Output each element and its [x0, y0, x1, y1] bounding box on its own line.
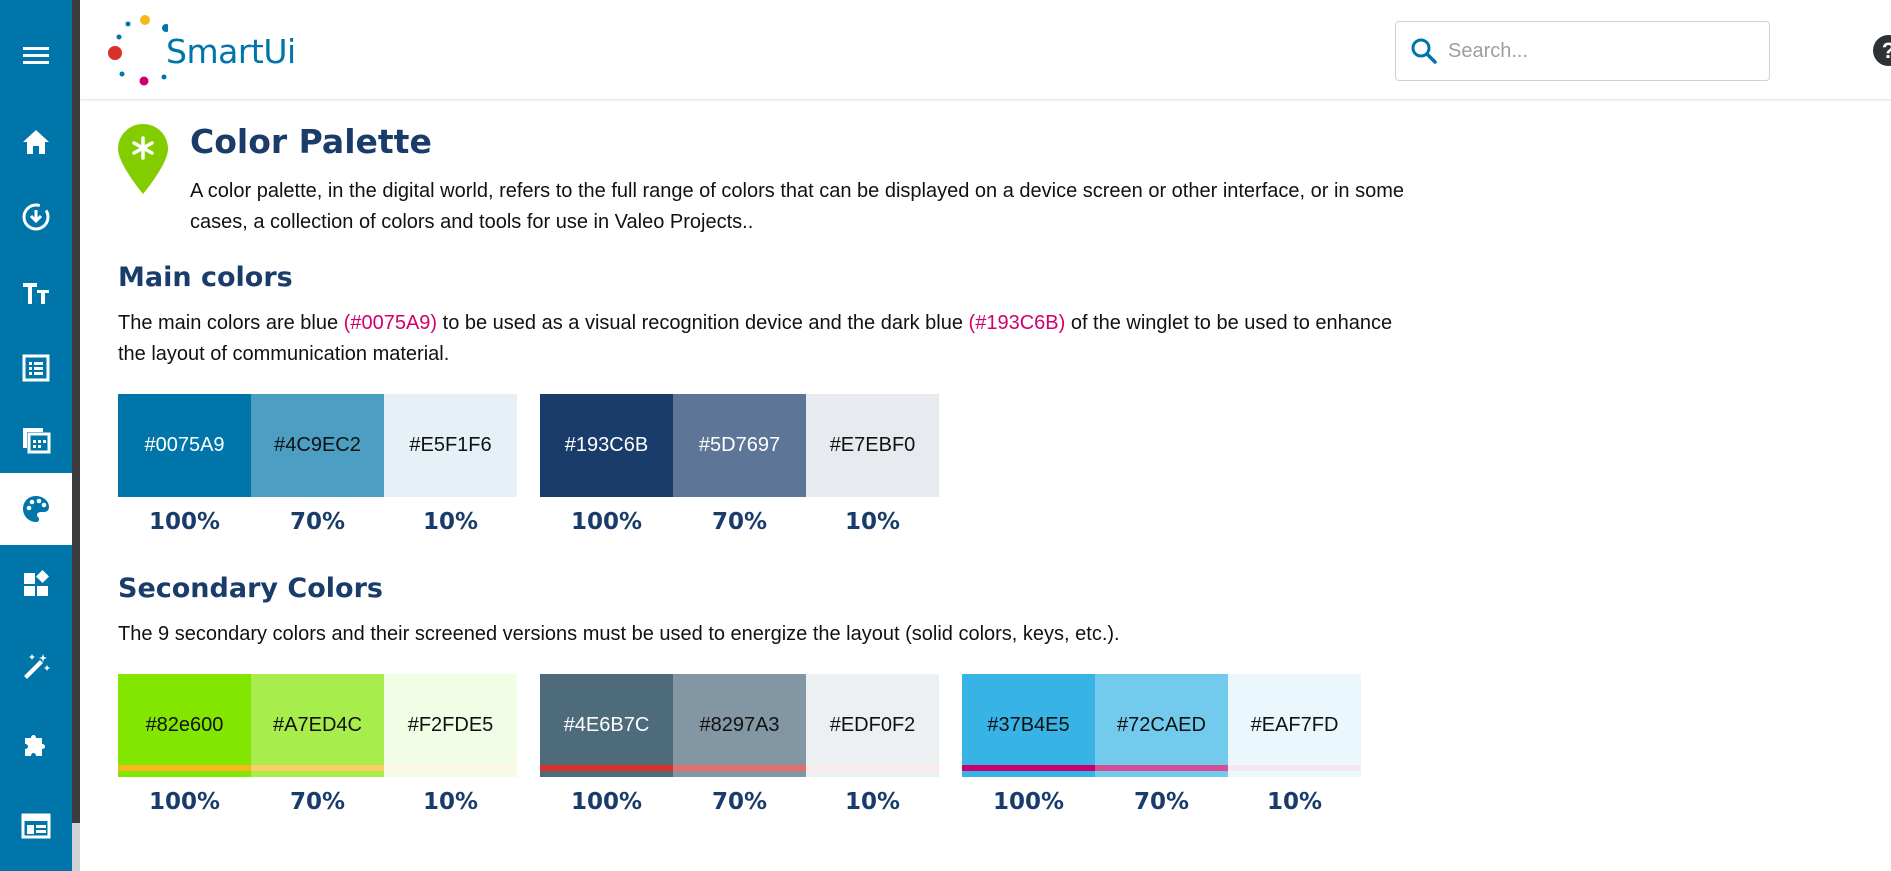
color-swatch-partial: [1228, 765, 1361, 771]
swatch-column: #A7ED4C 70%: [251, 674, 384, 815]
swatch-column: #4E6B7C 100%: [540, 674, 673, 815]
main-colors-description: The main colors are blue (#0075A9) to be…: [118, 312, 1393, 365]
color-swatch[interactable]: #E7EBF0: [806, 394, 939, 497]
color-swatch[interactable]: #F2FDE5: [384, 674, 517, 777]
swatch-column: #4C9EC2 70%: [251, 394, 384, 535]
color-swatch-partial: [673, 765, 806, 771]
swatch-percentage: 10%: [422, 509, 479, 535]
layout-icon[interactable]: [0, 790, 72, 862]
color-swatch-partial: [118, 765, 251, 771]
logo-text: SmartUi: [166, 32, 296, 71]
swatch-percentage: 10%: [422, 789, 479, 815]
sidebar: [0, 0, 72, 871]
color-swatch-partial: [806, 765, 939, 771]
swatch-percentage: 100%: [148, 509, 221, 535]
palette-icon[interactable]: [0, 473, 72, 545]
top-header: SmartUi ?: [80, 0, 1891, 100]
color-swatch[interactable]: #E5F1F6: [384, 394, 517, 497]
search-input[interactable]: [1448, 39, 1748, 63]
swatch-column: #193C6B 100%: [540, 394, 673, 535]
help-icon[interactable]: ?: [1873, 35, 1891, 66]
swatch-column: #0075A9 100%: [118, 394, 251, 535]
swatch-percentage: 70%: [1133, 789, 1190, 815]
cards-icon[interactable]: [0, 404, 72, 476]
color-swatch[interactable]: #37B4E5: [962, 674, 1095, 777]
swatch-percentage: 100%: [570, 789, 643, 815]
color-swatch[interactable]: #0075A9: [118, 394, 251, 497]
search-icon: [1411, 38, 1437, 64]
secondary-colors-description: The 9 secondary colors and their screene…: [118, 623, 1120, 645]
swatch-column: #72CAED 70%: [1095, 674, 1228, 815]
swatch-column: #EAF7FD 10%: [1228, 674, 1361, 815]
swatch-percentage: 100%: [148, 789, 221, 815]
swatch-column: #5D7697 70%: [673, 394, 806, 535]
color-swatch[interactable]: #4E6B7C: [540, 674, 673, 777]
swatch-percentage: 70%: [711, 789, 768, 815]
swatch-group: #82e600 100% #A7ED4C 70% #F2FDE5 10%: [118, 674, 517, 815]
color-swatch[interactable]: #5D7697: [673, 394, 806, 497]
puzzle-icon[interactable]: [0, 709, 72, 781]
swatch-percentage: 10%: [1266, 789, 1323, 815]
swatch-column: #EDF0F2 10%: [806, 674, 939, 815]
swatch-column: #E5F1F6 10%: [384, 394, 517, 535]
color-swatch[interactable]: #72CAED: [1095, 674, 1228, 777]
swatch-percentage: 70%: [289, 509, 346, 535]
download-circle-icon[interactable]: [0, 181, 72, 253]
main-colors-title: Main colors: [118, 262, 293, 293]
text-size-icon[interactable]: [0, 257, 72, 329]
sidebar-scrollbar-track[interactable]: [72, 0, 80, 871]
swatch-column: #F2FDE5 10%: [384, 674, 517, 815]
color-swatch[interactable]: #EDF0F2: [806, 674, 939, 777]
color-swatch[interactable]: #4C9EC2: [251, 394, 384, 497]
page-intro: A color palette, in the digital world, r…: [190, 180, 1405, 233]
color-swatch[interactable]: #82e600: [118, 674, 251, 777]
color-swatch[interactable]: #193C6B: [540, 394, 673, 497]
swatch-percentage: 70%: [711, 509, 768, 535]
swatch-column: #E7EBF0 10%: [806, 394, 939, 535]
swatch-group: #0075A9 100% #4C9EC2 70% #E5F1F6 10%: [118, 394, 517, 535]
swatch-percentage: 100%: [992, 789, 1065, 815]
swatch-group: #4E6B7C 100% #8297A3 70% #EDF0F2 10%: [540, 674, 939, 815]
logo-dots-icon: [108, 15, 168, 86]
widgets-icon[interactable]: [0, 548, 72, 620]
sidebar-scrollbar-thumb[interactable]: [72, 823, 80, 871]
smartui-logo[interactable]: SmartUi: [108, 12, 296, 92]
color-swatch-partial: [540, 765, 673, 771]
color-swatch-partial: [251, 765, 384, 771]
color-swatch-partial: [384, 765, 517, 771]
swatch-percentage: 10%: [844, 509, 901, 535]
swatch-percentage: 10%: [844, 789, 901, 815]
color-swatch-partial: [962, 765, 1095, 771]
swatch-column: #37B4E5 100%: [962, 674, 1095, 815]
swatch-group-partial: [540, 765, 939, 771]
swatch-percentage: 70%: [289, 789, 346, 815]
color-swatch[interactable]: #8297A3: [673, 674, 806, 777]
secondary-colors-title: Secondary Colors: [118, 573, 383, 604]
list-icon[interactable]: [0, 332, 72, 404]
page-title: Color Palette: [190, 122, 432, 161]
color-swatch[interactable]: #EAF7FD: [1228, 674, 1361, 777]
swatch-column: #82e600 100%: [118, 674, 251, 815]
swatch-group: #193C6B 100% #5D7697 70% #E7EBF0 10%: [540, 394, 939, 535]
swatch-column: #8297A3 70%: [673, 674, 806, 815]
search-box[interactable]: [1395, 21, 1770, 81]
magic-wand-icon[interactable]: [0, 630, 72, 702]
home-icon[interactable]: [0, 106, 72, 178]
color-swatch-partial: [1095, 765, 1228, 771]
hamburger-menu-icon[interactable]: [0, 19, 72, 91]
swatch-group-partial: [962, 765, 1361, 771]
color-swatch[interactable]: #A7ED4C: [251, 674, 384, 777]
swatch-group: #37B4E5 100% #72CAED 70% #EAF7FD 10%: [962, 674, 1361, 815]
swatch-percentage: 100%: [570, 509, 643, 535]
map-pin-asterisk-icon: [118, 124, 168, 194]
swatch-group-partial: [118, 765, 517, 771]
